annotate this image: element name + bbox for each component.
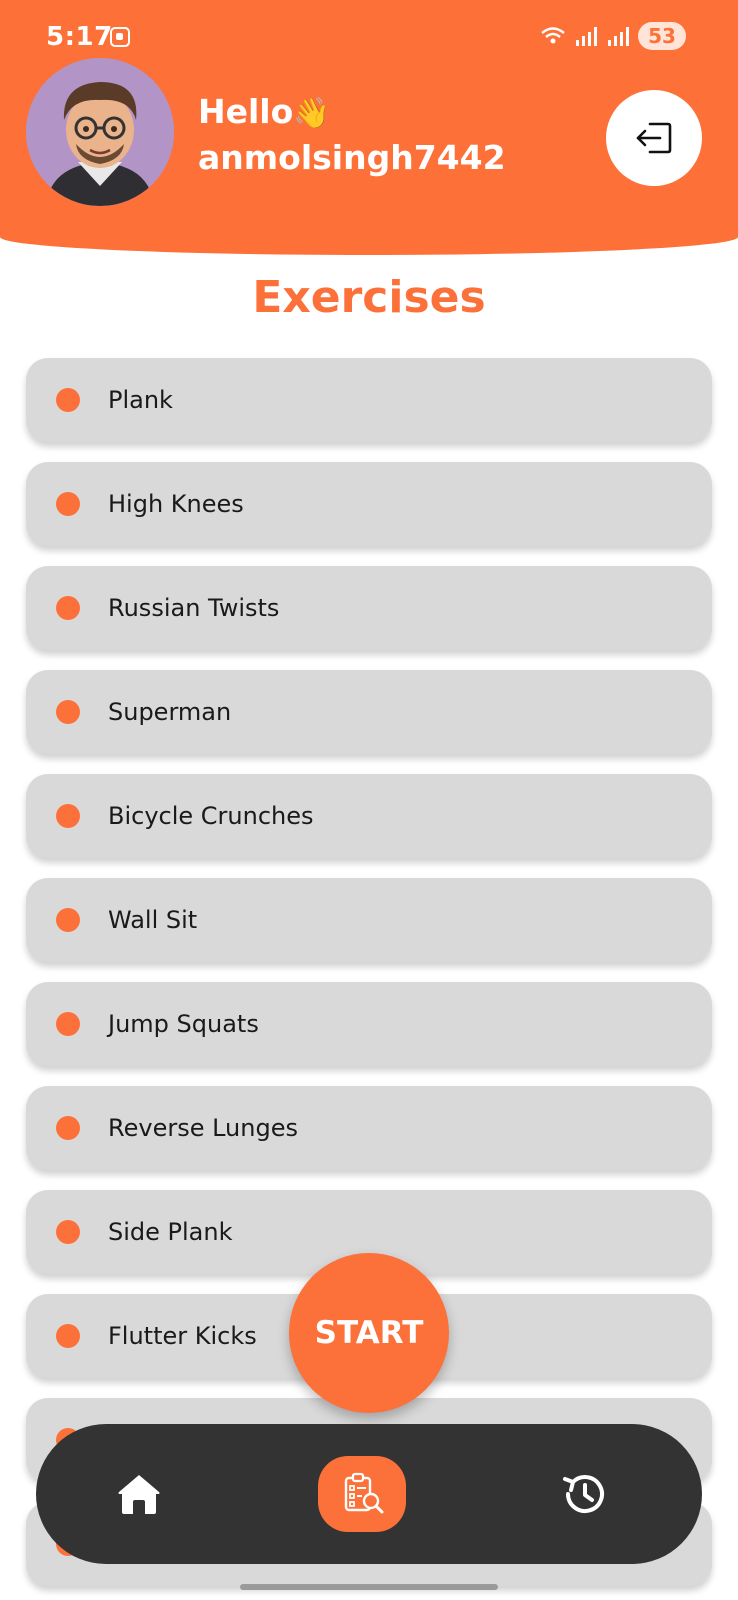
exercise-item[interactable]: Wall Sit [26, 878, 712, 962]
exercise-item[interactable]: Jump Squats [26, 982, 712, 1066]
signal-icon [576, 27, 597, 46]
bullet-dot [56, 1116, 80, 1140]
bullet-dot [56, 700, 80, 724]
avatar-image [26, 58, 174, 206]
avatar[interactable] [26, 58, 174, 206]
bullet-dot [56, 1012, 80, 1036]
battery-badge: 53 [638, 22, 686, 50]
status-time: 5:17 [46, 22, 113, 52]
greeting-hello: Hello [198, 92, 294, 131]
wifi-icon [541, 27, 565, 44]
exercise-item[interactable]: High Knees [26, 462, 712, 546]
exercise-item[interactable]: Russian Twists [26, 566, 712, 650]
exercise-label: Russian Twists [108, 594, 280, 622]
logout-button[interactable] [606, 90, 702, 186]
bullet-dot [56, 804, 80, 828]
exercise-item[interactable]: Plank [26, 358, 712, 442]
signal-icon-2 [608, 27, 629, 46]
exercise-label: Side Plank [108, 1218, 233, 1246]
exercise-label: Plank [108, 386, 173, 414]
bullet-dot [56, 492, 80, 516]
bottom-nav [36, 1424, 702, 1564]
exercise-label: High Knees [108, 490, 244, 518]
bullet-dot [56, 388, 80, 412]
home-indicator[interactable] [240, 1584, 498, 1590]
exercise-label: Wall Sit [108, 906, 198, 934]
exercise-item[interactable]: Superman [26, 670, 712, 754]
bullet-dot [56, 1220, 80, 1244]
exercise-label: Superman [108, 698, 232, 726]
exercise-label: Bicycle Crunches [108, 802, 314, 830]
bullet-dot [56, 908, 80, 932]
status-indicators: 53 [540, 22, 686, 50]
nav-exercises-button[interactable] [318, 1456, 406, 1532]
logout-icon [636, 122, 672, 154]
bullet-dot [56, 596, 80, 620]
start-button[interactable]: START [289, 1253, 449, 1413]
page-title: Exercises [252, 272, 486, 323]
home-icon[interactable] [116, 1472, 162, 1516]
wave-icon: 👋 [293, 96, 331, 131]
exercise-label: Flutter Kicks [108, 1322, 257, 1350]
username: anmolsingh7442 [198, 138, 506, 177]
exercise-label: Jump Squats [108, 1010, 259, 1038]
greeting: Hello👋 anmolsingh7442 [198, 90, 506, 180]
history-icon[interactable] [560, 1470, 608, 1518]
exercise-item[interactable]: Reverse Lunges [26, 1086, 712, 1170]
search-list-icon [344, 1472, 384, 1514]
exercise-item[interactable]: Bicycle Crunches [26, 774, 712, 858]
bullet-dot [56, 1324, 80, 1348]
screen-record-icon [110, 27, 130, 47]
exercise-label: Reverse Lunges [108, 1114, 298, 1142]
